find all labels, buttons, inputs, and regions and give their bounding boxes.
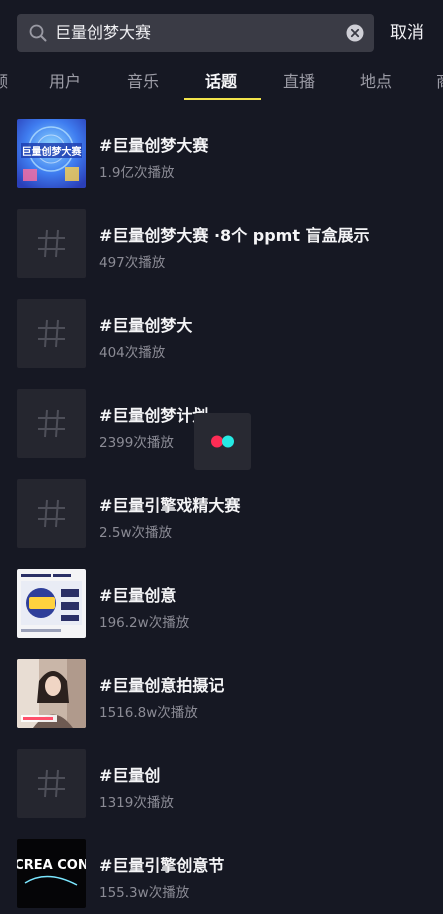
list-item[interactable]: #巨量创意拍摄记 1516.8w次播放: [0, 644, 443, 734]
loading-dots-icon: [211, 435, 234, 448]
photo-shoot-image: [17, 659, 86, 728]
list-item[interactable]: #巨量引擎戏精大赛 2.5w次播放: [0, 464, 443, 554]
creative-festival-image: CREA CON: [17, 839, 86, 908]
topic-title: #巨量创梦大: [99, 316, 193, 335]
list-item[interactable]: 巨量创梦大赛 #巨量创梦大赛 1.9亿次播放: [0, 104, 443, 194]
search-input[interactable]: 巨量创梦大赛: [17, 14, 374, 52]
topic-thumbnail: [17, 209, 86, 278]
topic-title: #巨量创梦大赛: [99, 136, 209, 155]
search-icon: [29, 24, 47, 42]
topic-view-count: 1319次播放: [99, 795, 174, 811]
clear-icon[interactable]: [346, 24, 364, 42]
topic-view-count: 2.5w次播放: [99, 525, 173, 541]
topic-thumbnail: [17, 749, 86, 818]
topic-view-count: 196.2w次播放: [99, 615, 190, 631]
tab-live[interactable]: 直播: [283, 68, 315, 96]
search-row: 巨量创梦大赛 取消: [0, 0, 443, 64]
hashtag-icon: [38, 769, 65, 798]
list-item[interactable]: CREA CON #巨量引擎创意节 155.3w次播放: [0, 824, 443, 914]
topic-view-count: 404次播放: [99, 345, 166, 361]
active-tab-indicator: [184, 98, 261, 100]
topic-title: #巨量创梦计划: [99, 406, 209, 425]
topic-title: #巨量引擎戏精大赛: [99, 496, 241, 515]
topic-view-count: 1516.8w次播放: [99, 705, 198, 721]
topic-thumbnail: CREA CON: [17, 839, 86, 908]
topic-view-count: 497次播放: [99, 255, 166, 271]
topic-thumbnail: 巨量创梦大赛: [17, 119, 86, 188]
loading-indicator: [194, 413, 251, 470]
list-item[interactable]: #巨量创意 196.2w次播放: [0, 554, 443, 644]
topic-title: #巨量创: [99, 766, 161, 785]
topic-title: #巨量引擎创意节: [99, 856, 225, 875]
tab-topics[interactable]: 话题: [205, 68, 237, 96]
topic-title: #巨量创意拍摄记: [99, 676, 225, 695]
topic-thumbnail: [17, 389, 86, 458]
contest-poster-image: 巨量创梦大赛: [17, 119, 86, 188]
hashtag-icon: [38, 319, 65, 348]
tab-products[interactable]: 商: [436, 68, 443, 96]
topic-thumbnail: [17, 569, 86, 638]
list-item[interactable]: #巨量创 1319次播放: [0, 734, 443, 824]
hashtag-icon: [38, 409, 65, 438]
topic-thumbnail: [17, 479, 86, 548]
tab-music[interactable]: 音乐: [127, 68, 159, 96]
category-tabs: 频 用户 音乐 话题 直播 地点 商: [0, 64, 443, 104]
topic-view-count: 2399次播放: [99, 435, 174, 451]
topic-view-count: 1.9亿次播放: [99, 165, 175, 181]
tab-video[interactable]: 频: [0, 68, 8, 96]
list-item[interactable]: #巨量创梦大 404次播放: [0, 284, 443, 374]
topic-view-count: 155.3w次播放: [99, 885, 190, 901]
topic-thumbnail: [17, 659, 86, 728]
search-query-text: 巨量创梦大赛: [55, 23, 152, 42]
tab-places[interactable]: 地点: [360, 68, 392, 96]
topic-thumbnail: [17, 299, 86, 368]
festival-logo-text: CREA CON: [17, 858, 86, 873]
hashtag-icon: [38, 229, 65, 258]
tab-users[interactable]: 用户: [49, 68, 81, 96]
creative-poster-image: [17, 569, 86, 638]
hashtag-icon: [38, 499, 65, 528]
topic-title: #巨量创梦大赛 ·8个 ppmt 盲盒展示: [99, 226, 370, 245]
list-item[interactable]: #巨量创梦大赛 ·8个 ppmt 盲盒展示 497次播放: [0, 194, 443, 284]
poster-title-text: 巨量创梦大赛: [22, 145, 83, 158]
cancel-button[interactable]: 取消: [390, 14, 424, 52]
topic-title: #巨量创意: [99, 586, 177, 605]
